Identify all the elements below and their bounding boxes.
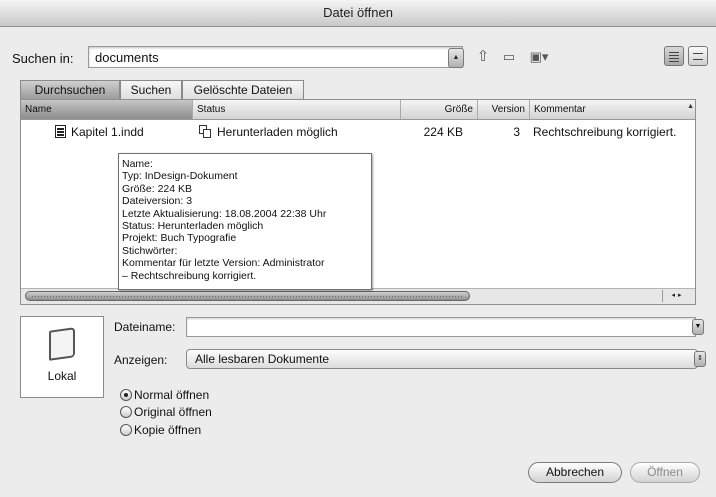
filename-input[interactable]	[186, 317, 696, 337]
filename-label: Dateiname:	[114, 320, 176, 334]
tooltip-line: Typ: InDesign-Dokument	[122, 170, 238, 183]
lookin-dropdown[interactable]: documents	[88, 46, 463, 68]
column-status[interactable]: Status	[193, 100, 401, 119]
up-folder-icon[interactable]: ⇧	[472, 46, 494, 68]
tooltip-line: Dateiversion: 3	[122, 195, 193, 208]
file-comment: Rechtschreibung korrigiert.	[533, 125, 677, 139]
radio-label: Original öffnen	[134, 405, 212, 419]
tab-suchen[interactable]: Suchen	[120, 80, 182, 99]
lookin-label: Suchen in:	[12, 51, 74, 66]
radio-label: Normal öffnen	[134, 388, 210, 402]
column-comment[interactable]: Kommentar	[530, 100, 687, 119]
column-size[interactable]: Größe	[401, 100, 478, 119]
tooltip-line: Projekt: Buch Typografie	[122, 232, 237, 245]
radio-label: Kopie öffnen	[134, 423, 202, 437]
tooltip-line: Name:	[122, 158, 153, 170]
list-view-button[interactable]	[664, 46, 684, 66]
scroll-arrows-icon[interactable]: ◂▸	[662, 290, 693, 302]
tab-durchsuchen[interactable]: Durchsuchen	[20, 80, 120, 99]
radio-unselected-icon[interactable]	[120, 406, 132, 418]
table-row[interactable]: Kapitel 1.indd Herunterladen möglich 224…	[21, 122, 695, 142]
show-select-arrows-icon[interactable]: ⇕	[694, 351, 706, 367]
repository-icon[interactable]: ▣▾	[528, 46, 550, 68]
horizontal-scrollbar[interactable]: ◂▸	[21, 288, 695, 304]
file-version: 3	[513, 125, 520, 139]
scroll-up-icon[interactable]: ▲	[687, 103, 694, 110]
radio-kopie-oeffnen[interactable]: Kopie öffnen	[120, 422, 201, 438]
radio-normal-oeffnen[interactable]: Normal öffnen	[120, 387, 209, 403]
detail-view-button[interactable]	[688, 46, 708, 66]
open-button[interactable]: Öffnen	[630, 462, 700, 483]
column-version[interactable]: Version	[478, 100, 530, 119]
tooltip-line: Letzte Aktualisierung: 18.08.2004 22:38 …	[122, 207, 327, 220]
folder-icon	[49, 327, 75, 361]
location-lokal[interactable]: Lokal	[20, 316, 104, 398]
show-select[interactable]: Alle lesbaren Dokumente	[186, 349, 698, 369]
location-label: Lokal	[47, 369, 77, 383]
tooltip-line: Kommentar für letzte Version: Administra…	[122, 257, 325, 270]
cancel-button[interactable]: Abbrechen	[528, 462, 622, 483]
tooltip-line: Größe: 224 KB	[122, 182, 193, 195]
scrollbar-thumb[interactable]	[25, 291, 470, 301]
radio-original-oeffnen[interactable]: Original öffnen	[120, 404, 212, 420]
tooltip-line: Status: Herunterladen möglich	[122, 220, 264, 233]
tab-geloeschte-dateien[interactable]: Gelöschte Dateien	[182, 80, 304, 99]
new-folder-icon[interactable]: ▭	[498, 46, 520, 68]
download-status-icon	[199, 125, 211, 138]
indesign-file-icon	[55, 125, 66, 138]
file-size: 224 KB	[423, 125, 463, 139]
column-name[interactable]: Name	[21, 100, 193, 119]
window-title-bar: Datei öffnen	[0, 0, 716, 27]
tooltip-line: Stichwörter:	[122, 244, 178, 257]
file-name: Kapitel 1.indd	[71, 125, 144, 139]
radio-unselected-icon[interactable]	[120, 424, 132, 436]
window-title: Datei öffnen	[323, 5, 393, 20]
list-header: Name Status Größe Version Kommentar ▲	[21, 100, 695, 120]
tooltip-line: – Rechtschreibung korrigiert.	[122, 269, 257, 282]
file-status: Herunterladen möglich	[217, 125, 338, 139]
show-label: Anzeigen:	[114, 353, 168, 367]
filename-dropdown-arrow-icon[interactable]: ▼	[692, 319, 704, 335]
file-info-tooltip: Name: Typ: InDesign-Dokument Größe: 224 …	[118, 153, 372, 290]
radio-selected-icon[interactable]	[120, 389, 132, 401]
lookin-dropdown-arrow-icon[interactable]: ▲	[448, 48, 464, 68]
